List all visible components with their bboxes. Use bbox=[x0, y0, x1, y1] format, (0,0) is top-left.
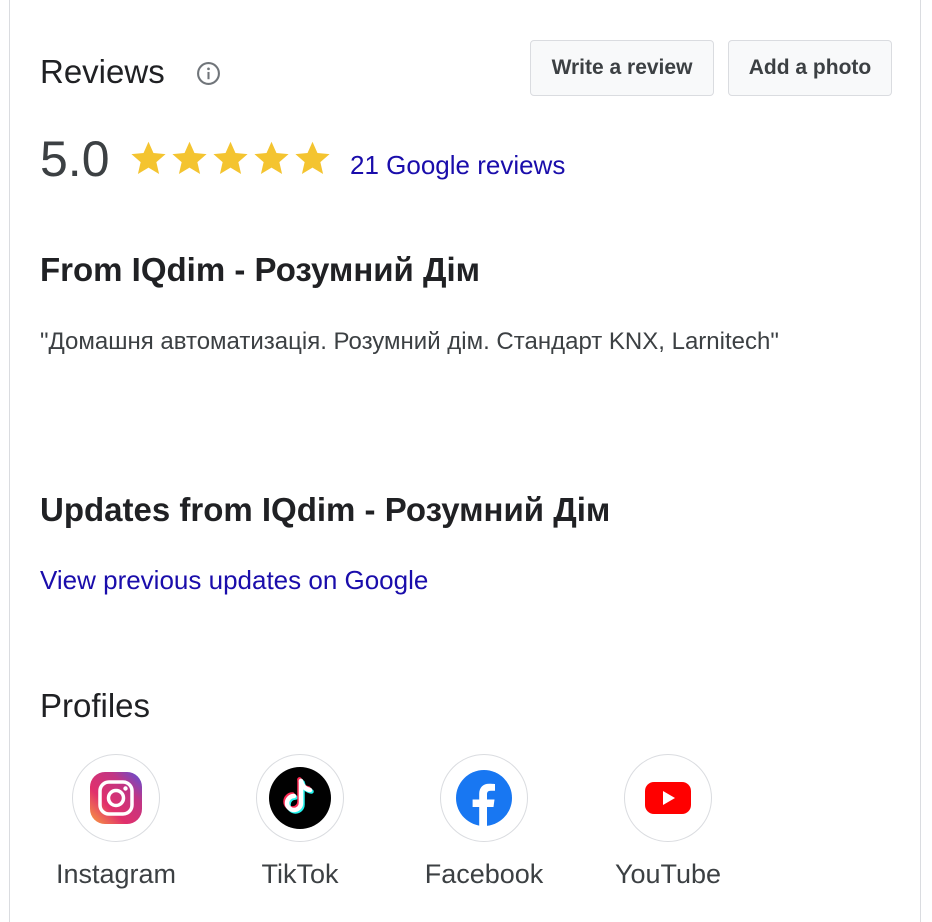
profile-facebook[interactable]: Facebook bbox=[392, 754, 576, 904]
star-icon bbox=[172, 141, 207, 175]
from-owner-heading: From IQdim - Розумний Дім bbox=[40, 251, 481, 288]
instagram-icon bbox=[72, 754, 160, 842]
star-icon bbox=[254, 141, 289, 175]
google-reviews-link[interactable]: 21 Google reviews bbox=[350, 148, 565, 182]
star-icon bbox=[131, 141, 166, 175]
rating-value: 5.0 bbox=[40, 131, 110, 187]
profile-label: Instagram bbox=[55, 859, 177, 889]
info-icon[interactable] bbox=[196, 61, 221, 86]
profile-label: Facebook bbox=[424, 859, 544, 889]
previous-updates-link[interactable]: View previous updates on Google bbox=[40, 562, 428, 598]
star-icon bbox=[213, 141, 248, 175]
tiktok-icon bbox=[256, 754, 344, 842]
profile-label: TikTok bbox=[261, 859, 339, 889]
profile-tiktok[interactable]: TikTok bbox=[208, 754, 392, 904]
profile-instagram[interactable]: Instagram bbox=[24, 754, 208, 904]
facebook-icon bbox=[440, 754, 528, 842]
owner-description: "Домашня автоматизація. Розумний дім. Ст… bbox=[40, 328, 779, 355]
profiles-heading: Profiles bbox=[40, 687, 151, 724]
profile-youtube[interactable]: YouTube bbox=[576, 754, 760, 904]
reviews-heading: Reviews bbox=[40, 53, 165, 90]
updates-heading: Updates from IQdim - Розумний Дім bbox=[40, 491, 611, 528]
youtube-icon bbox=[624, 754, 712, 842]
write-review-button[interactable]: Write a review bbox=[530, 40, 714, 96]
star-rating bbox=[128, 136, 333, 180]
add-photo-button[interactable]: Add a photo bbox=[728, 40, 892, 96]
profile-label: YouTube bbox=[614, 859, 722, 889]
star-icon bbox=[295, 141, 330, 175]
